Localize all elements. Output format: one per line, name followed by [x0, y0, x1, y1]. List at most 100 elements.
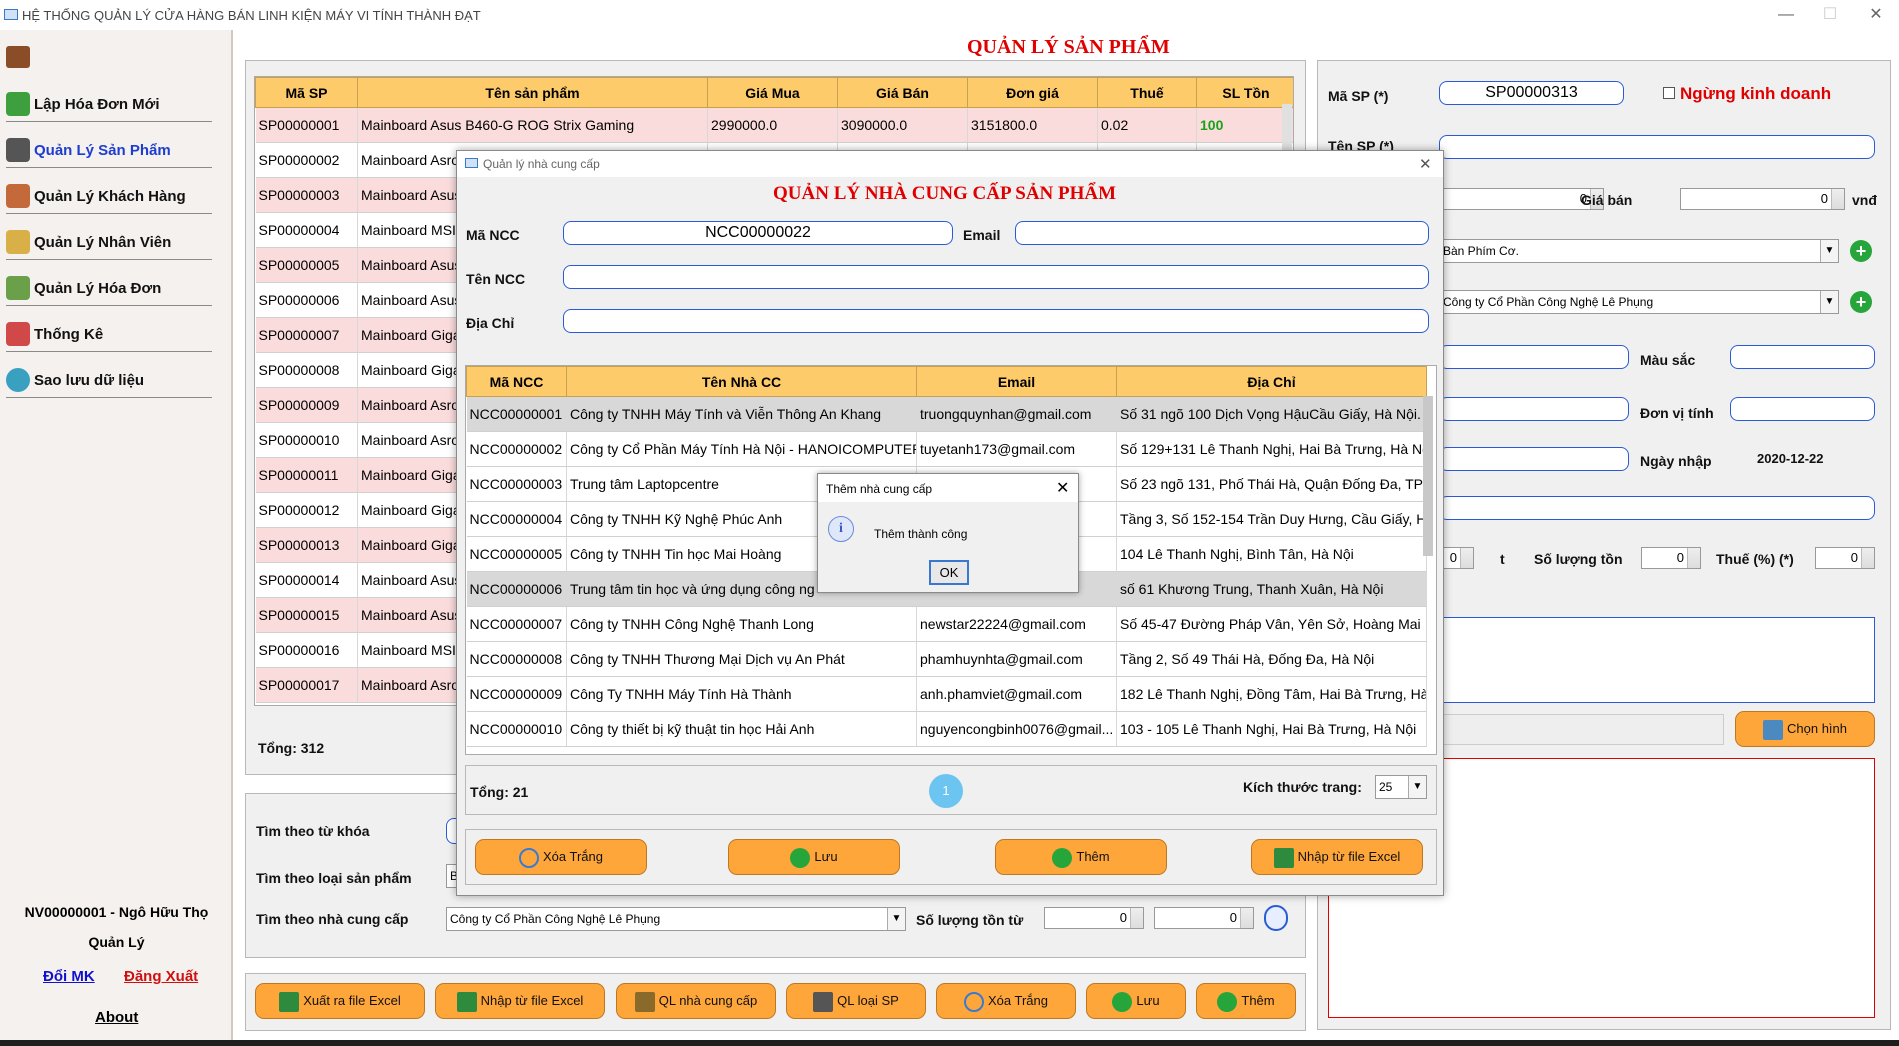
product-name-field[interactable] — [1439, 135, 1875, 159]
table-row[interactable]: NCC00000007 Công ty TNHH Công Nghệ Thanh … — [466, 606, 1427, 642]
column-header[interactable]: Tên Nhà CC — [566, 366, 917, 397]
sidebar-item-new-invoice[interactable]: Lập Hóa Đơn Mới — [6, 84, 212, 122]
stock-to-input[interactable]: 0 — [1154, 907, 1254, 929]
note-textarea[interactable] — [1439, 617, 1875, 703]
currency-label: vnđ — [1852, 192, 1877, 208]
column-header[interactable]: Giá Mua — [707, 77, 838, 108]
import-excel-button[interactable]: Nhập từ file Excel — [1251, 839, 1423, 875]
maximize-icon[interactable]: ☐ — [1810, 4, 1850, 26]
employee-icon — [6, 230, 30, 254]
excel-icon — [279, 991, 300, 1012]
save-button[interactable]: Lưu — [1086, 983, 1186, 1019]
cloud-icon — [6, 368, 30, 392]
supplier-id-field[interactable]: NCC00000022 — [563, 221, 953, 245]
table-row[interactable]: SP00000001 Mainboard Asus B460-G ROG Str… — [255, 107, 1293, 143]
choose-image-button[interactable]: Chọn hình — [1735, 711, 1875, 747]
table-row[interactable]: NCC00000002 Công ty Cổ Phần Máy Tính Hà N… — [466, 431, 1427, 467]
category-manage-button[interactable]: QL loại SP — [786, 983, 926, 1019]
add-button[interactable]: Thêm — [1196, 983, 1296, 1019]
import-excel-button[interactable]: Nhập từ file Excel — [435, 983, 605, 1019]
column-header[interactable]: Mã SP — [255, 77, 358, 108]
column-header[interactable]: Giá Bán — [837, 77, 968, 108]
column-header[interactable]: Mã NCC — [466, 366, 567, 397]
column-header[interactable]: SL Tồn — [1196, 77, 1293, 108]
supplier-table-scrollbar[interactable] — [1423, 396, 1433, 556]
add-supplier-icon[interactable]: + — [1850, 291, 1872, 313]
page-button-1[interactable]: 1 — [929, 774, 963, 808]
sidebar-item-products[interactable]: Quản Lý Sản Phẩm — [6, 130, 212, 168]
supplier-manage-button[interactable]: QL nhà cung cấp — [616, 983, 776, 1019]
change-password-link[interactable]: Đổi MK — [43, 968, 95, 985]
table-row[interactable]: NCC00000008 Công ty TNHH Thương Mại Dịch … — [466, 641, 1427, 677]
min-stock-input[interactable]: 0 — [1439, 547, 1474, 569]
image-icon — [1763, 719, 1783, 740]
window-title: HỆ THỐNG QUẢN LÝ CỬA HÀNG BÁN LINH KIỆN … — [22, 8, 481, 23]
field-left-1[interactable] — [1439, 345, 1629, 369]
stock-input[interactable]: 0 — [1641, 547, 1701, 569]
clear-button[interactable]: Xóa Trắng — [475, 839, 647, 875]
column-header[interactable]: Địa Chỉ — [1116, 366, 1427, 397]
image-path-field — [1439, 714, 1724, 745]
discontinued-checkbox[interactable] — [1663, 87, 1675, 99]
category-field[interactable]: Bàn Phím Cơ. ▼ — [1439, 239, 1839, 263]
taskbar — [0, 1040, 1899, 1046]
address-field[interactable] — [563, 309, 1429, 333]
clear-button[interactable]: Xóa Trắng — [936, 983, 1076, 1019]
about-link[interactable]: About — [95, 1009, 138, 1026]
supplier-filter-label: Tìm theo nhà cung cấp — [256, 911, 409, 927]
logout-link[interactable]: Đăng Xuất — [124, 968, 198, 985]
column-header[interactable]: Email — [916, 366, 1117, 397]
tax-input[interactable]: 0 — [1815, 547, 1875, 569]
plus-icon — [1052, 847, 1073, 868]
color-field[interactable] — [1730, 345, 1875, 369]
stock-range-label: Số lượng tồn từ — [916, 912, 1024, 928]
buy-price-input[interactable]: 0 — [1439, 188, 1604, 210]
table-row[interactable]: NCC00000009 Công Ty TNHH Máy Tính Hà Thàn… — [466, 676, 1427, 712]
column-header[interactable]: Đơn giá — [967, 77, 1098, 108]
table-row[interactable]: NCC00000010 Công ty thiết bị kỹ thuật tin… — [466, 711, 1427, 747]
supplier-name-label: Tên NCC — [466, 271, 526, 287]
dialog-titlebar: Quản lý nhà cung cấp ✕ — [457, 151, 1443, 177]
stock-from-input[interactable]: 0 — [1044, 907, 1144, 929]
description-field[interactable] — [1439, 496, 1875, 520]
add-category-icon[interactable]: + — [1850, 240, 1872, 262]
supplier-filter-select[interactable]: Công ty Cổ Phần Công Nghệ Lê Phụng ▼ — [446, 907, 906, 931]
sidebar-item-invoices[interactable]: Quản Lý Hóa Đơn — [6, 268, 212, 306]
cart-icon — [6, 92, 30, 116]
chevron-down-icon: ▼ — [887, 908, 905, 930]
title-bar: HỆ THỐNG QUẢN LÝ CỬA HÀNG BÁN LINH KIỆN … — [0, 0, 1899, 30]
field-left-2[interactable] — [1439, 397, 1629, 421]
excel-icon — [456, 991, 477, 1012]
column-header[interactable]: Thuế — [1097, 77, 1197, 108]
email-field[interactable] — [1015, 221, 1429, 245]
add-button[interactable]: Thêm — [995, 839, 1167, 875]
close-icon[interactable]: ✕ — [1419, 155, 1432, 173]
minimize-icon[interactable]: — — [1766, 4, 1806, 26]
refresh-icon — [519, 847, 539, 868]
page-size-select[interactable]: 25 ▼ — [1375, 775, 1427, 799]
export-excel-button[interactable]: Xuất ra file Excel — [255, 983, 425, 1019]
chart-icon — [6, 322, 30, 346]
close-icon[interactable]: ✕ — [1056, 478, 1069, 498]
field-left-3[interactable] — [1439, 447, 1629, 471]
sell-price-label: Giá bán — [1581, 192, 1633, 208]
table-row[interactable]: NCC00000001 Công ty TNHH Máy Tính và Viễn… — [466, 396, 1427, 432]
chevron-down-icon: ▼ — [1820, 240, 1838, 262]
search-icon[interactable] — [1264, 905, 1288, 931]
supplier-total: Tổng: 21 — [470, 784, 529, 800]
supplier-name-field[interactable] — [563, 265, 1429, 289]
sell-price-input[interactable]: 0 — [1680, 188, 1845, 210]
supplier-field[interactable]: Công ty Cổ Phần Công Nghệ Lê Phụng ▼ — [1439, 290, 1839, 314]
save-button[interactable]: Lưu — [728, 839, 900, 875]
close-icon[interactable]: ✕ — [1856, 4, 1896, 26]
ok-button[interactable]: OK — [929, 560, 969, 585]
list-icon — [813, 991, 834, 1012]
sidebar-item-statistics[interactable]: Thống Kê — [6, 314, 212, 352]
column-header[interactable]: Tên sản phẩm — [357, 77, 708, 108]
sidebar-item-backup[interactable]: Sao lưu dữ liệu — [6, 360, 212, 398]
sidebar-item-employees[interactable]: Quản Lý Nhân Viên — [6, 222, 212, 260]
product-id-field[interactable]: SP00000313 — [1439, 81, 1624, 105]
message-dialog: Thêm nhà cung cấp ✕ i Thêm thành công OK — [817, 473, 1079, 593]
unit-field[interactable] — [1730, 397, 1875, 421]
sidebar-item-customers[interactable]: Quản Lý Khách Hàng — [6, 176, 212, 214]
